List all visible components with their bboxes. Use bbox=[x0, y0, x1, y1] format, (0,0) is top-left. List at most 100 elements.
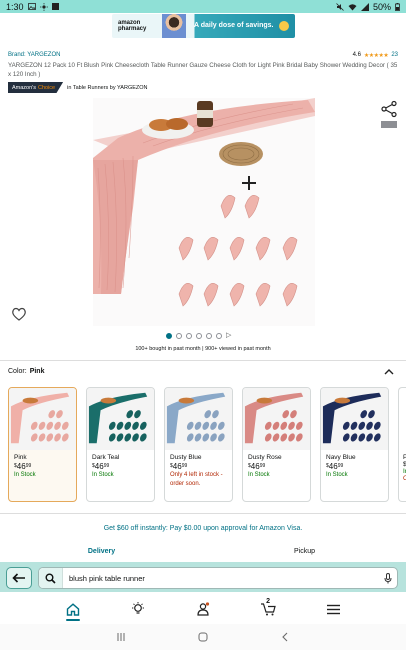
swatch-bundle bbox=[186, 433, 194, 442]
back-button[interactable] bbox=[6, 567, 32, 589]
color-option-dusty-blue[interactable]: Dusty Blue $4699 Only 4 left in stock - … bbox=[164, 387, 233, 502]
swatch-bundle bbox=[54, 421, 61, 430]
brand-link[interactable]: Brand: YARGEZON bbox=[8, 52, 60, 58]
play-icon[interactable]: ▷ bbox=[226, 332, 231, 339]
bought-info: 100+ bought in past month | 900+ viewed … bbox=[135, 346, 271, 352]
swatch-bundle bbox=[134, 410, 141, 419]
swatch-stock: In Stock bbox=[14, 472, 36, 478]
account-icon bbox=[197, 602, 210, 616]
swatch-bundle bbox=[139, 421, 147, 430]
swatch-bundle bbox=[368, 410, 375, 419]
image-carousel-dots[interactable]: ▷ bbox=[166, 332, 231, 339]
swatch-bundle bbox=[194, 421, 202, 430]
star-rating-icon: ★★★★★ bbox=[363, 52, 389, 59]
search-button[interactable] bbox=[39, 568, 63, 588]
status-bar: 1:30 50% bbox=[0, 0, 406, 13]
swatch-bundle bbox=[124, 433, 132, 442]
color-option-navy-blue[interactable]: Navy Blue $4699 In Stock bbox=[320, 387, 389, 502]
color-option-pink[interactable]: Pink $4699 In Stock bbox=[8, 387, 77, 502]
nav-menu[interactable] bbox=[318, 596, 348, 622]
visa-offer-link[interactable]: Get $60 off instantly: Pay $0.00 upon ap… bbox=[0, 525, 406, 532]
nav-account[interactable] bbox=[188, 596, 218, 622]
swatch-bundle bbox=[30, 433, 38, 442]
nav-cart[interactable]: 2 bbox=[253, 596, 283, 622]
swatch-bundle bbox=[61, 421, 69, 430]
rating-count[interactable]: 23 bbox=[391, 52, 398, 58]
swatch-bundle bbox=[46, 421, 54, 430]
swatch-product-image bbox=[166, 392, 226, 444]
tab-delivery[interactable]: Delivery bbox=[0, 548, 203, 560]
swatch-bundle bbox=[124, 421, 132, 430]
color-swatches: Pink $4699 In Stock Dark Teal $4699 In S… bbox=[8, 387, 406, 502]
swatch-bundle bbox=[54, 433, 61, 442]
pill-icon bbox=[279, 21, 289, 31]
microphone-button[interactable] bbox=[379, 572, 397, 584]
badge-label: Amazon's bbox=[12, 84, 36, 91]
zoom-indicator bbox=[381, 121, 397, 128]
swatch-price: $4699 bbox=[248, 462, 266, 471]
color-option-dark-teal[interactable]: Dark Teal $4699 In Stock bbox=[86, 387, 155, 502]
search-input[interactable] bbox=[63, 573, 379, 583]
swatch-bundle bbox=[358, 433, 366, 442]
color-option-dusty-rose[interactable]: Dusty Rose $4699 In Stock bbox=[242, 387, 311, 502]
swatch-bundle bbox=[264, 421, 272, 430]
carousel-dot[interactable] bbox=[216, 333, 222, 339]
carousel-dot[interactable] bbox=[176, 333, 182, 339]
swatch-bundle bbox=[132, 433, 139, 442]
nav-inspire[interactable] bbox=[123, 596, 153, 622]
swatch-bundle bbox=[56, 410, 63, 419]
search-bar[interactable] bbox=[38, 567, 398, 589]
swatch-bundle bbox=[202, 433, 210, 442]
swatch-bundle bbox=[350, 421, 358, 430]
tab-pickup[interactable]: Pickup bbox=[203, 548, 406, 560]
badge-label-choice: Choice bbox=[37, 84, 56, 91]
swatch-bundle bbox=[116, 433, 124, 442]
swatch-stock: In Stock bbox=[326, 472, 348, 478]
swatch-bundle bbox=[295, 433, 303, 442]
ad-banner[interactable]: amazon pharmacy A daily dose of savings. bbox=[112, 14, 295, 38]
swatch-stock: Only 4 left in stock - order soon. bbox=[170, 472, 223, 487]
back-nav-icon[interactable] bbox=[280, 632, 290, 642]
search-dock bbox=[0, 562, 406, 592]
swatch-name: Pink bbox=[14, 454, 27, 461]
swatch-bundle bbox=[350, 433, 358, 442]
product-image[interactable] bbox=[93, 98, 315, 326]
nav-home[interactable] bbox=[58, 596, 88, 622]
share-icon[interactable] bbox=[380, 100, 398, 118]
swatch-bundle bbox=[360, 410, 368, 419]
carousel-dot[interactable] bbox=[196, 333, 202, 339]
search-icon bbox=[45, 573, 56, 584]
swatch-bundle bbox=[295, 421, 303, 430]
brand-row: Brand: YARGEZON 4.6 ★★★★★ 23 bbox=[8, 50, 398, 60]
signal-icon bbox=[360, 2, 369, 11]
wifi-icon bbox=[348, 3, 357, 10]
swatch-product-image bbox=[88, 392, 148, 444]
swatch-bundle bbox=[186, 421, 194, 430]
swatch-bundle bbox=[46, 433, 54, 442]
swatch-bundle bbox=[108, 433, 116, 442]
swatch-thumbnail bbox=[87, 388, 154, 450]
rating-value: 4.6 bbox=[352, 52, 361, 58]
swatch-thumbnail bbox=[9, 388, 76, 450]
swatch-bundle bbox=[30, 421, 38, 430]
swatch-bundle bbox=[272, 433, 280, 442]
color-label: Color: bbox=[8, 368, 27, 375]
battery-percent: 50% bbox=[372, 1, 391, 12]
swatch-bundle bbox=[366, 421, 373, 430]
carousel-dot[interactable] bbox=[206, 333, 212, 339]
color-option-partial[interactable]: Pu $4 In Or bbox=[398, 387, 406, 502]
carousel-dot[interactable] bbox=[166, 333, 172, 339]
recent-apps-icon[interactable] bbox=[116, 632, 126, 642]
amazons-choice-badge: Amazon's Choice in Table Runners by YARG… bbox=[8, 82, 148, 93]
heart-icon[interactable] bbox=[11, 306, 27, 322]
swatch-bundle bbox=[280, 433, 288, 442]
carousel-dot[interactable] bbox=[186, 333, 192, 339]
chevron-up-icon[interactable] bbox=[384, 368, 394, 376]
rating[interactable]: 4.6 ★★★★★ 23 bbox=[353, 52, 398, 59]
divider bbox=[0, 360, 406, 361]
swatch-bundle bbox=[116, 421, 124, 430]
swatch-bundle bbox=[342, 433, 350, 442]
divider bbox=[0, 513, 406, 514]
swatch-name: Dusty Blue bbox=[170, 454, 202, 461]
home-button-icon[interactable] bbox=[198, 632, 208, 642]
